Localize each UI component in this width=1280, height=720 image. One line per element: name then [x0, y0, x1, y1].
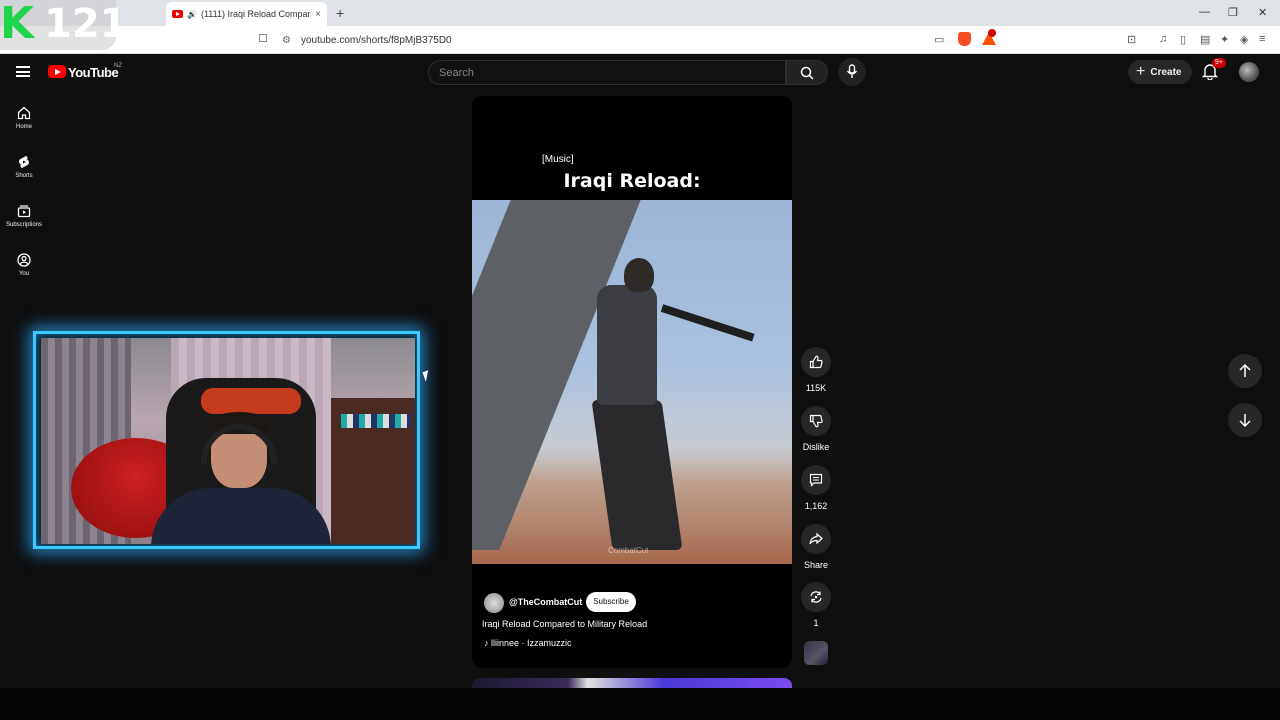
sidebar-item-label: Subscriptions [5, 222, 43, 228]
sound-link[interactable]: ♪ lliinnee · Izzamuzzic [484, 638, 572, 648]
video-person-head [624, 258, 654, 292]
new-tab-button[interactable]: + [336, 5, 344, 21]
share-icon [809, 532, 823, 545]
site-info-icon[interactable]: ⚙ [282, 35, 291, 46]
webcam-chair-accent [201, 388, 301, 414]
extension-icon[interactable]: ⊡ [1127, 33, 1136, 46]
music-icon[interactable]: ♫ [1159, 33, 1167, 45]
search-button[interactable] [786, 60, 828, 85]
remix-icon [810, 591, 822, 603]
remix-button[interactable]: 1 [800, 582, 832, 628]
like-button[interactable]: 115K [800, 347, 832, 393]
channel-name[interactable]: @TheCombatCut [509, 597, 582, 607]
bottom-band [0, 688, 1280, 720]
overlay-logo-letter: K [0, 0, 35, 49]
dislike-button[interactable]: Dislike [800, 406, 832, 452]
maximize-button[interactable]: ❐ [1228, 6, 1238, 19]
dislike-label: Dislike [802, 442, 830, 452]
url-field[interactable]: ⚙ youtube.com/shorts/f8pMjB375D0 [282, 32, 1000, 49]
tab-title: (1111) Iraqi Reload Compare [200, 9, 312, 19]
video-rifle [660, 304, 755, 342]
remix-count: 1 [813, 618, 819, 628]
browser-menu-icon[interactable]: ≡ [1259, 33, 1265, 45]
short-info-panel [472, 564, 792, 668]
sidebar-item-you[interactable]: You [0, 253, 48, 277]
youtube-header: YouTube NZ Search + Create 9+ [0, 54, 1280, 90]
microphone-icon [846, 64, 858, 78]
video-overlay-title: Iraqi Reload: [563, 170, 701, 192]
like-count: 115K [805, 383, 827, 393]
close-window-button[interactable]: ✕ [1258, 6, 1267, 19]
notification-badge: 9+ [1212, 58, 1226, 68]
speaker-icon[interactable]: 🔊 [187, 10, 197, 19]
short-video-player[interactable]: CombatCut [472, 200, 792, 564]
video-watermark: CombatCut [608, 546, 649, 555]
comment-count: 1,162 [804, 501, 828, 511]
video-caption: [Music] [542, 154, 574, 165]
sidebar-item-label: You [18, 271, 30, 277]
subscriptions-icon [17, 205, 31, 218]
shorts-icon [19, 156, 29, 168]
thumbs-up-icon [809, 355, 823, 369]
browser-tab[interactable]: 🔊 (1111) Iraqi Reload Compare × [166, 2, 327, 26]
rewards-badge [988, 29, 996, 37]
sidebar-item-subscriptions[interactable]: Subscriptions [0, 204, 48, 228]
create-button[interactable]: + Create [1128, 60, 1192, 84]
vpn-icon[interactable]: ◈ [1240, 33, 1248, 46]
you-icon [17, 253, 31, 267]
youtube-logo-icon[interactable] [48, 65, 66, 78]
address-bar-row: ☐ ⚙ youtube.com/shorts/f8pMjB375D0 ▭ ⊡ ♫… [0, 26, 1280, 54]
create-label: Create [1150, 66, 1182, 78]
overlay-logo-number: 121 [44, 1, 128, 47]
brave-shield-icon[interactable] [958, 32, 971, 46]
search-icon [800, 66, 814, 80]
video-person-legs [591, 400, 683, 550]
mouse-cursor-icon [422, 370, 432, 382]
account-avatar[interactable] [1239, 62, 1259, 82]
search-input[interactable]: Search [428, 60, 786, 85]
sidebar-item-label: Home [15, 124, 32, 130]
short-title[interactable]: Iraqi Reload Compared to Military Reload [482, 619, 647, 629]
subscribe-button[interactable]: Subscribe [586, 592, 636, 612]
next-short-button[interactable] [1228, 403, 1262, 437]
sidebar-item-shorts[interactable]: Shorts [0, 155, 48, 179]
comments-button[interactable]: 1,162 [800, 465, 832, 511]
url-text: youtube.com/shorts/f8pMjB375D0 [300, 35, 452, 46]
hamburger-menu-icon[interactable] [16, 66, 30, 77]
sound-thumbnail[interactable] [804, 641, 828, 665]
leo-ai-icon[interactable]: ✦ [1220, 33, 1229, 46]
sidebar-item-home[interactable]: Home [0, 106, 48, 130]
minimize-button[interactable]: — [1199, 6, 1210, 18]
voice-search-button[interactable] [838, 58, 866, 86]
thumbs-down-icon [809, 414, 823, 428]
region-code: NZ [114, 63, 122, 69]
comment-icon [809, 473, 823, 487]
channel-avatar[interactable] [484, 593, 504, 613]
browser-tab-bar: 🔊 (1111) Iraqi Reload Compare × + — ❐ ✕ [0, 0, 1280, 26]
youtube-wordmark[interactable]: YouTube [68, 65, 119, 80]
bookmark-icon[interactable]: ☐ [258, 32, 268, 45]
arrow-down-icon [1239, 414, 1251, 428]
arrow-up-icon [1239, 363, 1251, 377]
webcam-feed [41, 338, 415, 544]
video-person-body [597, 285, 657, 405]
cast-icon[interactable]: ▭ [934, 33, 944, 46]
webcam-shelf-items [341, 414, 411, 428]
streamer-logo-overlay: K 121 [0, 0, 128, 50]
previous-short-button[interactable] [1228, 354, 1262, 388]
home-icon [17, 106, 31, 120]
wallet-icon[interactable]: ▤ [1200, 33, 1210, 46]
youtube-favicon-icon [172, 10, 183, 18]
share-button[interactable]: Share [800, 524, 832, 570]
share-label: Share [803, 560, 829, 570]
plus-icon: + [1136, 63, 1146, 80]
sidebar-toggle-icon[interactable]: ▯ [1180, 33, 1186, 46]
close-tab-icon[interactable]: × [315, 9, 321, 20]
sidebar-item-label: Shorts [15, 173, 33, 179]
